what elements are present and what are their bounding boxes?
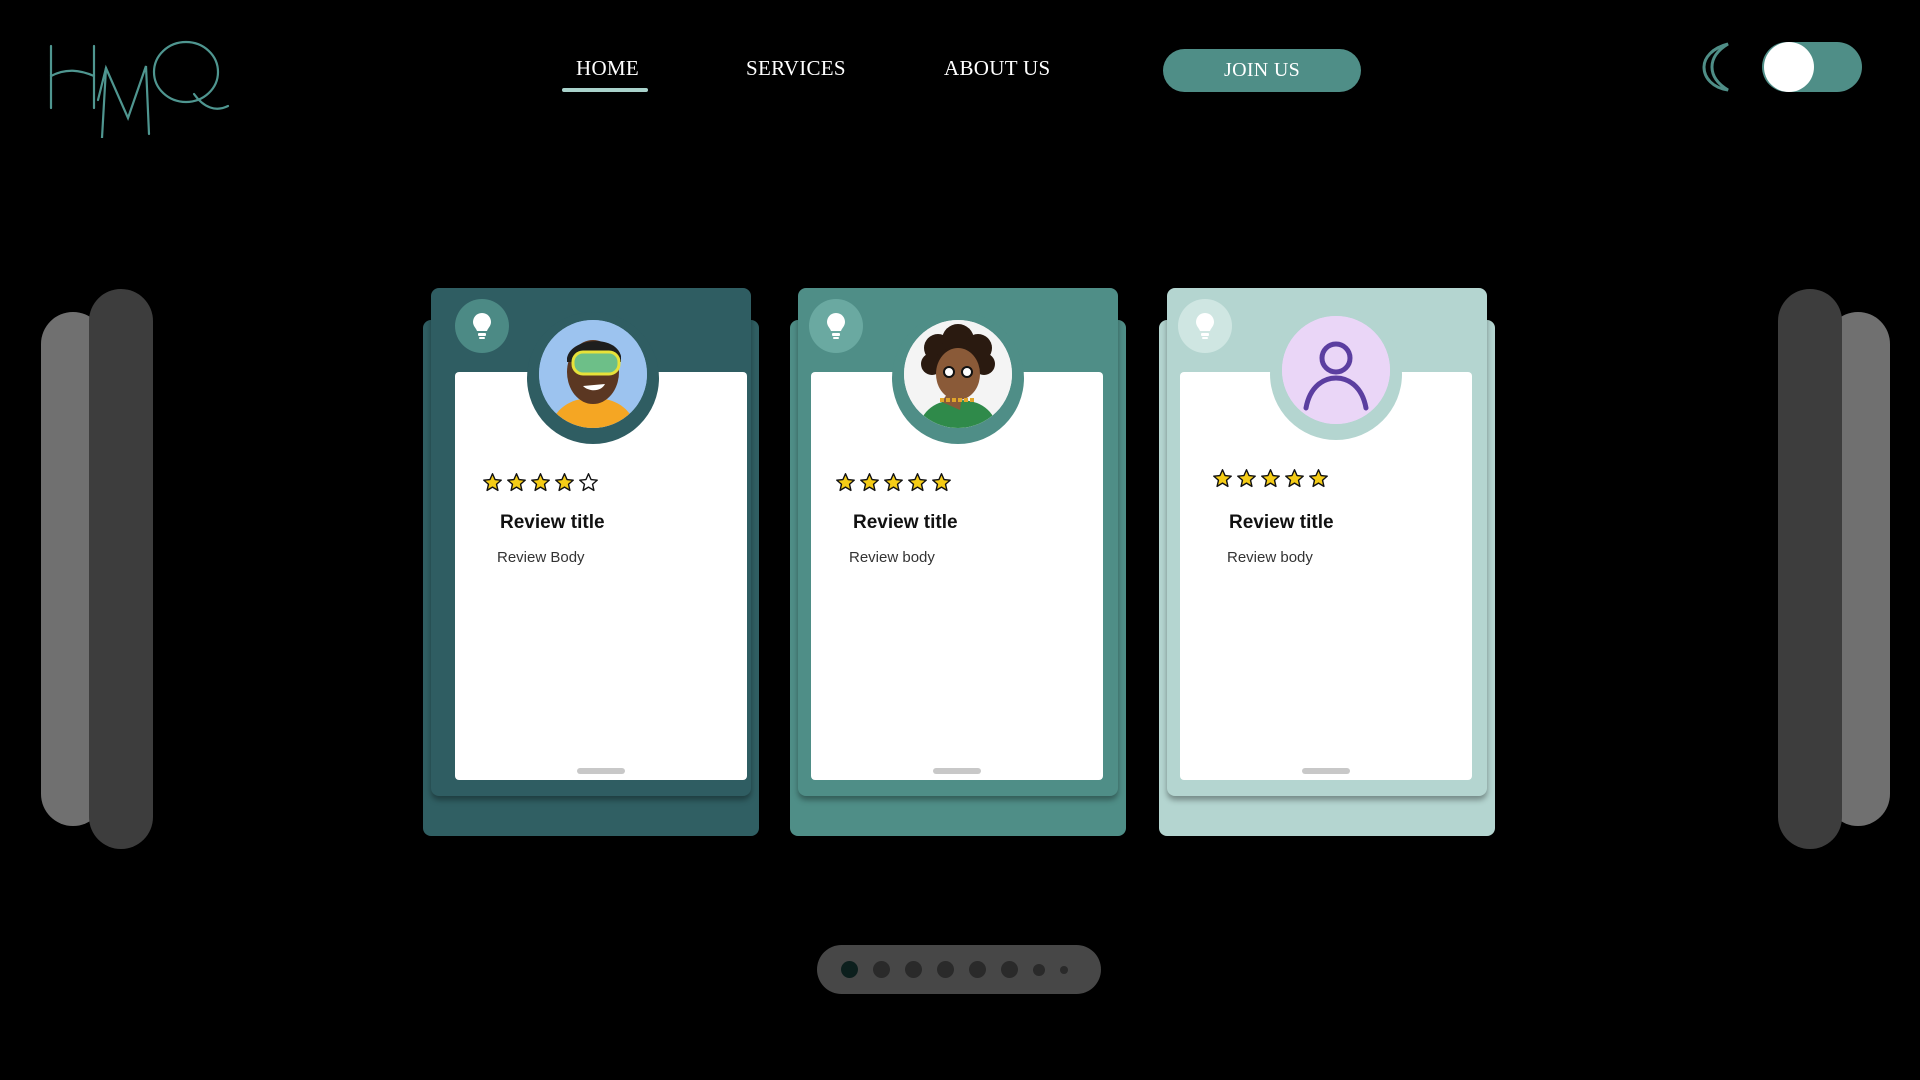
join-us-button[interactable]: JOIN US (1163, 49, 1361, 92)
star-filled-icon (531, 473, 550, 492)
page-dot-3[interactable] (905, 961, 922, 978)
page-dot-6[interactable] (1001, 961, 1018, 978)
page-dot-4[interactable] (937, 961, 954, 978)
drag-handle[interactable] (577, 768, 625, 774)
card-front: Review title Review Body (431, 288, 751, 796)
theme-toggle[interactable] (1762, 42, 1862, 92)
avatar-ring (1270, 308, 1402, 440)
review-title: Review title (1229, 512, 1334, 533)
page-dot-2[interactable] (873, 961, 890, 978)
review-body: Review body (849, 549, 935, 566)
star-filled-icon (908, 473, 927, 492)
drag-handle[interactable] (933, 768, 981, 774)
review-card[interactable]: Review title Review Body (423, 288, 767, 836)
avatar (904, 320, 1012, 428)
star-filled-icon (1309, 469, 1328, 488)
avatar (539, 320, 647, 428)
lightbulb-icon[interactable] (1178, 299, 1232, 353)
star-filled-icon (860, 473, 879, 492)
star-filled-icon (483, 473, 502, 492)
lightbulb-icon[interactable] (809, 299, 863, 353)
review-title: Review title (853, 512, 958, 533)
nav-home[interactable]: HOME (576, 56, 639, 81)
star-empty-icon (579, 473, 598, 492)
default-user-avatar-icon (1282, 316, 1390, 424)
nav-about-us[interactable]: ABOUT US (944, 56, 1050, 81)
star-filled-icon (932, 473, 951, 492)
review-body: Review body (1227, 549, 1313, 566)
page-dot-7[interactable] (1033, 963, 1045, 976)
card-front: Review title Review body (798, 288, 1118, 796)
drag-handle[interactable] (1302, 768, 1350, 774)
star-filled-icon (884, 473, 903, 492)
avatar-ring (527, 312, 659, 444)
star-filled-icon (1261, 469, 1280, 488)
review-card[interactable]: Review title Review body (790, 288, 1134, 836)
review-title: Review title (500, 512, 605, 533)
star-filled-icon (1237, 469, 1256, 488)
moon-icon (1702, 42, 1729, 92)
nav-active-underline (562, 88, 648, 92)
card-front: Review title Review body (1167, 288, 1487, 796)
curly-hair-person-icon (904, 320, 1012, 428)
page-dot-5[interactable] (969, 961, 986, 978)
star-rating (1212, 468, 1329, 489)
star-filled-icon (1213, 469, 1232, 488)
review-body: Review Body (497, 549, 585, 566)
hmq-logo[interactable] (46, 38, 232, 138)
lightbulb-icon[interactable] (455, 299, 509, 353)
carousel-pagination (817, 945, 1101, 994)
star-filled-icon (507, 473, 526, 492)
avatar (1282, 316, 1390, 424)
vr-headset-person-icon (539, 320, 647, 428)
carousel-prev-card[interactable] (89, 289, 153, 849)
star-filled-icon (1285, 469, 1304, 488)
star-rating (482, 472, 599, 493)
review-card[interactable]: Review title Review body (1159, 288, 1503, 836)
avatar-ring (892, 312, 1024, 444)
page-dot-1[interactable] (841, 961, 858, 978)
nav-services[interactable]: SERVICES (746, 56, 846, 81)
carousel-next-card[interactable] (1778, 289, 1842, 849)
star-rating (835, 472, 952, 493)
toggle-knob[interactable] (1764, 42, 1814, 92)
star-filled-icon (836, 473, 855, 492)
star-filled-icon (555, 473, 574, 492)
page-dot-8[interactable] (1060, 965, 1068, 974)
